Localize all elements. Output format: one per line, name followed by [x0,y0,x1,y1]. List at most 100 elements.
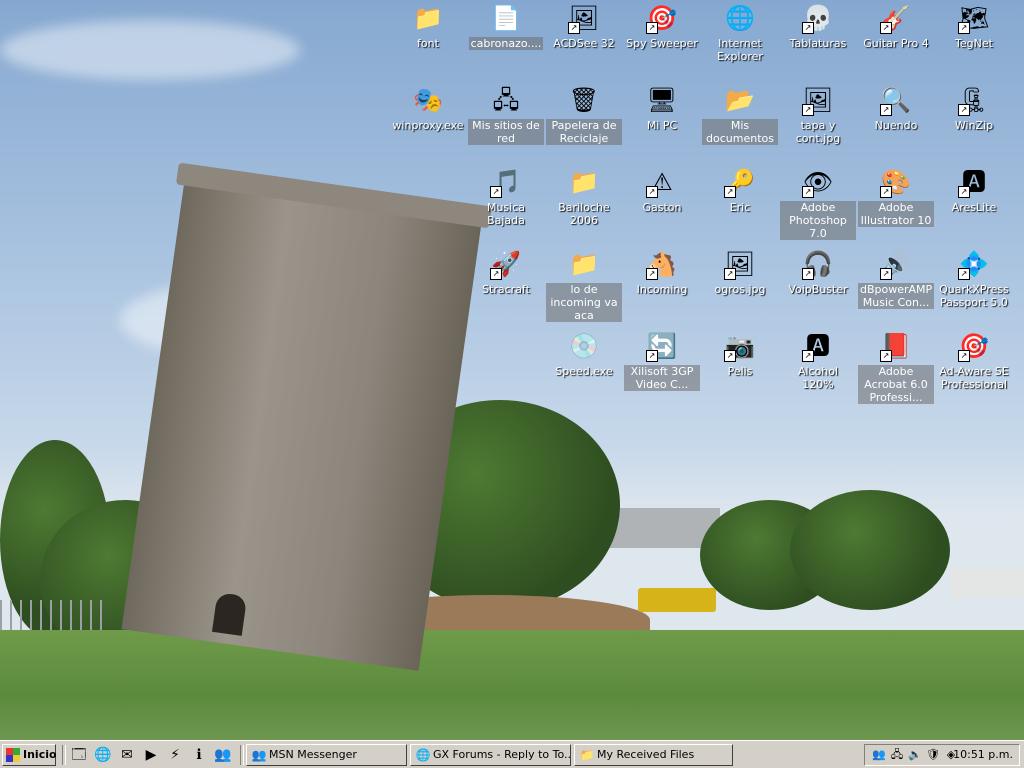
desktop-icon[interactable]: 🖼 ↗ tapa y cont.jpg [780,84,856,145]
incoming-icon: 🐴 ↗ [646,248,678,280]
desktop-icon-label: cabronazo.... [468,37,544,50]
desktop-icon-label: Internet Explorer [717,37,763,63]
desktop-icon-label: Bariloche 2006 [558,201,610,227]
desktop-icon[interactable]: 🗑 Papelera de Reciclaje [546,84,622,145]
desktop-icon[interactable]: 🎯 ↗ Spy Sweeper [624,2,700,50]
task-button-my-received-files[interactable]: 📁 My Received Files [574,744,733,766]
shortcut-arrow-icon: ↗ [880,350,892,362]
illustrator-icon: 🎨 ↗ [880,166,912,198]
desktop-icon[interactable]: 🌐 Internet Explorer [702,2,778,63]
desktop-icon[interactable]: 📁 lo de incoming va aca [546,248,622,322]
msn-tray-icon[interactable]: 👥 [871,747,887,763]
shortcut-arrow-icon: ↗ [958,22,970,34]
desktop-icon[interactable]: 🎯 ↗ Ad-Aware SE Professional [936,330,1012,391]
icon-glyph: 📁 [569,250,599,278]
desktop-icon[interactable]: 👁 ↗ Adobe Photoshop 7.0 [780,166,856,240]
desktop-icon-label: Guitar Pro 4 [863,37,929,50]
start-button[interactable]: Inicio [2,744,57,766]
speaker-tray-icon[interactable]: 🔈 [907,747,923,763]
folder-icon: 📁 [412,2,444,34]
show-desktop-icon[interactable]: 🗔 [70,746,88,764]
antivirus-tray-icon[interactable]: 🛡 [925,747,941,763]
desktop-icon-label: Papelera de Reciclaje [546,119,622,145]
task-label: MSN Messenger [269,748,357,761]
desktop-icon[interactable]: 🗺 ↗ TegNet [936,2,1012,50]
msn-icon[interactable]: 👥 [214,746,232,764]
desktop-icon[interactable]: 💀 ↗ Tablaturas [780,2,856,50]
alcohol-icon: 🅰 ↗ [802,330,834,362]
desktop-icon[interactable]: ⚠ ↗ Gaston [624,166,700,214]
shortcut-arrow-icon: ↗ [724,268,736,280]
acdsee-icon: 🖼 ↗ [568,2,600,34]
desktop-icon[interactable]: 🔊 ↗ dBpowerAMP Music Con... [858,248,935,309]
xilisoft-icon: 🔄 ↗ [646,330,678,362]
desktop-icon[interactable]: 📄 cabronazo.... [468,2,544,50]
desktop-icon[interactable]: 🎵 ↗ Musica Bajada [468,166,544,227]
desktop-icon-label: Alcohol 120% [797,365,839,391]
jpg-file-icon: 🖼 ↗ [724,248,756,280]
icon-glyph: 🖧 [492,86,520,114]
photoshop-icon: 👁 ↗ [802,166,834,198]
dbpoweramp-icon: 🔊 ↗ [880,248,912,280]
desktop-icon[interactable]: 🅰 ↗ AresLite [936,166,1012,214]
desktop-icon-label: Gaston [642,201,682,214]
desktop-icon[interactable]: 🔄 ↗ Xilisoft 3GP Video C... [624,330,700,391]
desktop-icon[interactable]: 🖼 ↗ ACDSee 32 [546,2,622,50]
desktop-icon-label: Mis documentos [702,119,778,145]
desktop-icon[interactable]: 🖥 Mi PC [624,84,700,132]
shortcut-arrow-icon: ↗ [802,22,814,34]
shortcut-arrow-icon: ↗ [880,104,892,116]
network-tray-icon[interactable]: 🖧 [889,747,905,763]
desktop-icon[interactable]: 🎨 ↗ Adobe Illustrator 10 [858,166,934,227]
task-button-msn-messenger[interactable]: 👥 MSN Messenger [246,744,407,766]
desktop-icon[interactable]: 📁 font [390,2,466,50]
my-computer-icon: 🖥 [646,84,678,116]
document-icon: 📄 [490,2,522,34]
desktop-icon[interactable]: 🐴 ↗ Incoming [624,248,700,296]
desktop-icon[interactable]: 🅰 ↗ Alcohol 120% [780,330,856,391]
shortcut-arrow-icon: ↗ [802,104,814,116]
desktop-icon-label: Mis sitios de red [468,119,544,145]
internet-explorer-icon[interactable]: 🌐 [94,746,112,764]
desktop-icon[interactable]: 🎸 ↗ Guitar Pro 4 [858,2,934,50]
desktop-icon[interactable]: 🎭 winproxy.exe [390,84,466,132]
desktop-icon[interactable]: 📁 Bariloche 2006 [546,166,622,227]
desktop-icon[interactable]: 🗜 ↗ WinZip [936,84,1012,132]
desktop[interactable]: 📁 font 📄 cabronazo.... 🖼 ↗ ACDSee 32 🎯 ↗ Spy Swee… [0,0,1024,740]
desktop-icon-label: Musica Bajada [486,201,526,227]
desktop-icon-label: lo de incoming va aca [546,283,622,322]
desktop-icon[interactable]: 🚀 ↗ Stracraft [468,248,544,296]
desktop-icon[interactable]: 📕 ↗ Adobe Acrobat 6.0 Professi... [858,330,934,404]
desktop-icon[interactable]: 📂 Mis documentos [702,84,778,145]
winamp-icon[interactable]: ⚡ [166,746,184,764]
desktop-icon-label: Pelis [727,365,753,378]
shortcut-arrow-icon: ↗ [646,268,658,280]
outlook-express-icon[interactable]: ✉ [118,746,136,764]
clock[interactable]: 10:51 p.m. [953,745,1013,765]
network-places-icon: 🖧 [490,84,522,116]
desktop-icon[interactable]: 🖼 ↗ ogros.jpg [702,248,778,296]
desktop-icon[interactable]: 🔍 ↗ Nuendo [858,84,934,132]
guitar-pro-icon: 🎸 ↗ [880,2,912,34]
desktop-icon[interactable]: 🎧 ↗ VoipBuster [780,248,856,296]
shortcut-arrow-icon: ↗ [490,186,502,198]
desktop-icon-label: font [417,37,439,50]
shortcut-arrow-icon: ↗ [802,350,814,362]
desktop-icon[interactable]: 🖧 Mis sitios de red [468,84,544,145]
speed-exe-icon: 💿 [568,330,600,362]
shortcut-arrow-icon: ↗ [490,268,502,280]
desktop-icon[interactable]: 📷 ↗ Pelis [702,330,778,378]
desktop-icon[interactable]: 💿 Speed.exe [546,330,622,378]
internet-explorer-icon: 🌐 [724,2,756,34]
winproxy-icon: 🎭 [412,84,444,116]
icon-glyph: 📂 [725,86,755,114]
icon-glyph: 📄 [491,4,521,32]
desktop-icon[interactable]: 🔑 ↗ Eric [702,166,778,214]
desktop-icon[interactable]: 💠 ↗ QuarkXPress Passport 5.0 [936,248,1012,309]
taskbar-separator [240,745,244,765]
msn-messenger-icon: 👥 [251,748,267,762]
media-player-icon[interactable]: ▶ [142,746,160,764]
messenger-icon[interactable]: ℹ [190,746,208,764]
task-button-gx-forums[interactable]: 🌐 GX Forums - Reply to To... [410,744,571,766]
shortcut-arrow-icon: ↗ [958,104,970,116]
